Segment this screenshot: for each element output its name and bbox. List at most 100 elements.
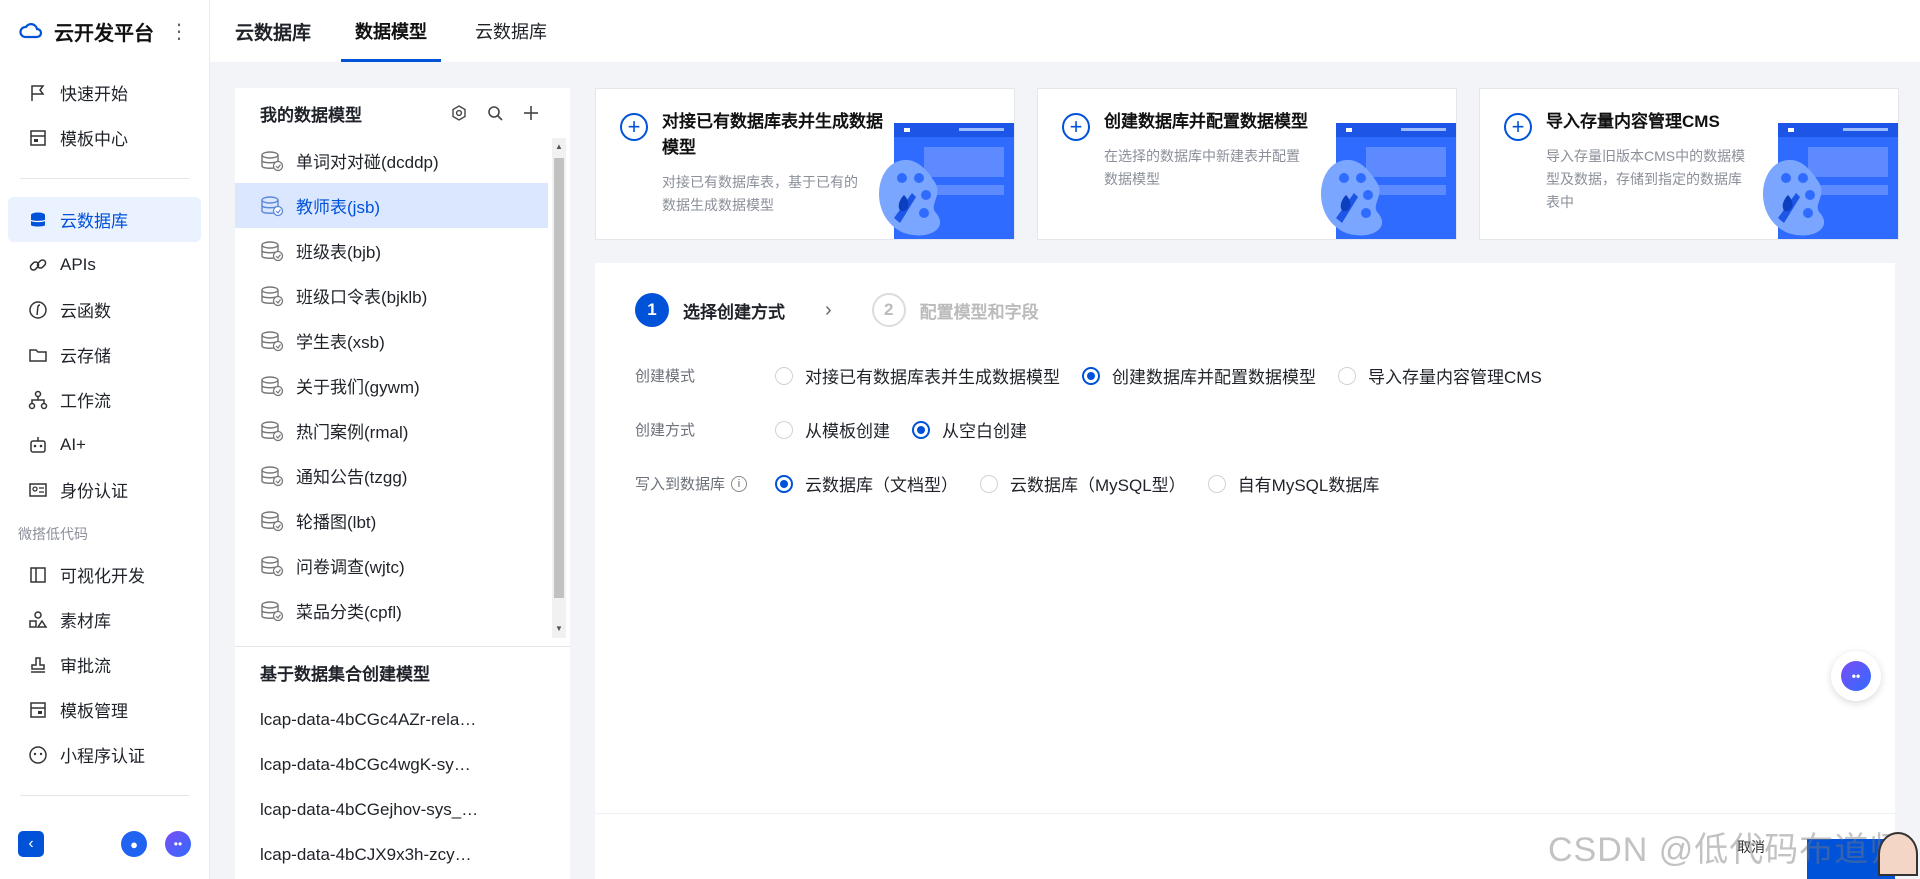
model-panel-header: 我的数据模型: [235, 88, 570, 138]
list-item[interactable]: lcap-data-4bCGejhov-sys_…: [235, 787, 570, 832]
model-name: 热门案例(rmal): [296, 423, 409, 442]
topbar: 云数据库 数据模型 云数据库: [210, 0, 1920, 62]
radio-label: 从模板创建: [805, 422, 890, 441]
radio-circle[interactable]: [1207, 474, 1226, 493]
brand: 云开发平台 ⋮: [0, 0, 209, 62]
list-item[interactable]: lcap-data-4bCGc4wgK-sy…: [235, 742, 570, 787]
radio-circle[interactable]: [775, 366, 793, 385]
sidebar-item-items_main-1[interactable]: APIs: [8, 242, 201, 287]
list-item[interactable]: 轮播图(lbt): [235, 498, 548, 543]
info-icon[interactable]: i: [731, 475, 748, 492]
sidebar-item-items_lowcode-3[interactable]: 模板管理: [8, 687, 201, 732]
database-model-icon: [260, 465, 284, 487]
collection-section-title: 基于数据集合创建模型: [260, 664, 430, 684]
list-item[interactable]: 通知公告(tzgg): [235, 453, 548, 498]
database-model-icon: [260, 600, 284, 622]
settings-icon[interactable]: [450, 104, 468, 122]
card-connect-existing[interactable]: + 对接已有数据库表并生成数据模型 对接已有数据库表，基于已有的数据生成数据模型: [595, 88, 1015, 240]
tab-data-model[interactable]: 数据模型: [341, 0, 442, 62]
model-name: 菜品分类(cpfl): [296, 603, 402, 622]
radio-option[interactable]: 创建数据库并配置数据模型: [1082, 363, 1316, 388]
list-item[interactable]: 班级口令表(bjklb): [235, 273, 548, 318]
radio-circle[interactable]: [1082, 366, 1100, 385]
list-item[interactable]: 学生表(xsb): [235, 318, 548, 363]
radio-option[interactable]: 导入存量内容管理CMS: [1338, 363, 1542, 388]
sidebar-item-items_main-5[interactable]: AI+: [8, 422, 201, 467]
sidebar-item-items_lowcode-1[interactable]: 素材库: [8, 597, 201, 642]
database-model-icon: [260, 195, 284, 217]
cloud-logo-icon: [19, 23, 43, 39]
radio-option[interactable]: 对接已有数据库表并生成数据模型: [775, 363, 1060, 388]
floating-assistant-button[interactable]: ••: [1831, 651, 1881, 701]
assistant-bot-icon[interactable]: ••: [165, 831, 191, 857]
database-model-icon: [260, 510, 284, 532]
id-card-icon: [28, 480, 48, 500]
card-create-database[interactable]: + 创建数据库并配置数据模型 在选择的数据库中新建表并配置数据模型: [1037, 88, 1457, 240]
sidebar-item-label: AI+: [60, 434, 86, 454]
sidebar-item-items_lowcode-0[interactable]: 可视化开发: [8, 552, 201, 597]
add-icon[interactable]: [522, 104, 540, 122]
search-icon[interactable]: [486, 104, 504, 122]
user-avatar-icon[interactable]: ●: [121, 831, 147, 857]
sidebar-item-items_main-3[interactable]: 云存储: [8, 332, 201, 377]
card-import-cms[interactable]: + 导入存量内容管理CMS 导入存量旧版本CMS中的数据模型及数据，存储到指定的…: [1479, 88, 1899, 240]
sidebar-item-items_top-0[interactable]: 快速开始: [8, 70, 201, 115]
sidebar-item-items_main-2[interactable]: 云函数: [8, 287, 201, 332]
list-item[interactable]: 教师表(jsb): [235, 183, 548, 228]
shapes-icon: [28, 610, 48, 630]
model-name: 班级口令表(bjklb): [296, 288, 428, 307]
radio-option[interactable]: 云数据库（文档型）: [775, 471, 958, 496]
model-list-scrollbar[interactable]: ▲ ▼: [552, 138, 566, 638]
sidebar-item-items_main-6[interactable]: 身份认证: [8, 467, 201, 512]
radio-option[interactable]: 云数据库（MySQL型）: [980, 471, 1186, 496]
list-item[interactable]: lcap-data-4bCJX9x3h-zcy…: [235, 832, 570, 877]
sidebar-item-label: 素材库: [60, 612, 111, 631]
sidebar: 云开发平台 ⋮ 快速开始 模板中心 云数据库 APIs 云函数云存储工作流 AI+ 身份认…: [0, 0, 210, 879]
model-name: 班级表(bjb): [296, 243, 382, 262]
tab-cloud-database[interactable]: 云数据库: [461, 0, 561, 62]
list-item[interactable]: 班级表(bjb): [235, 228, 548, 273]
radio-circle[interactable]: [775, 420, 793, 439]
database-model-icon: [260, 420, 284, 442]
scroll-down-icon[interactable]: ▼: [552, 622, 566, 636]
sidebar-item-label: 审批流: [60, 657, 111, 676]
more-menu-icon[interactable]: ⋮: [169, 19, 189, 44]
radio-circle[interactable]: [912, 420, 930, 439]
radio-label: 云数据库（MySQL型）: [1010, 476, 1186, 495]
layout-icon: [28, 565, 48, 585]
card-desc: 导入存量旧版本CMS中的数据模型及数据，存储到指定的数据库表中: [1546, 148, 1746, 210]
radio-option[interactable]: 从空白创建: [912, 417, 1027, 442]
radio-label: 从空白创建: [942, 422, 1027, 441]
sidebar-item-items_lowcode-2[interactable]: 审批流: [8, 642, 201, 687]
list-item[interactable]: 热门案例(rmal): [235, 408, 548, 453]
nav-section-label: 微搭低代码: [18, 526, 88, 542]
radio-circle[interactable]: [980, 474, 998, 493]
card-desc: 对接已有数据库表，基于已有的数据生成数据模型: [662, 174, 858, 213]
radio-option[interactable]: 自有MySQL数据库: [1207, 471, 1379, 496]
sidebar-item-label: 云存储: [60, 347, 111, 366]
list-item[interactable]: lcap-data-4bCGc4AZr-rela…: [235, 697, 570, 742]
list-item[interactable]: 菜品分类(cpfl): [235, 588, 548, 633]
collapse-sidebar-icon[interactable]: ‹: [18, 831, 44, 857]
list-item[interactable]: 单词对对碰(dcddp): [235, 138, 548, 183]
list-item[interactable]: 问卷调查(wjtc): [235, 543, 548, 588]
step-2-number: 2: [871, 293, 906, 327]
radio-option[interactable]: 从模板创建: [775, 417, 890, 442]
step-1-label: 选择创建方式: [683, 302, 785, 322]
palette-illustration-icon: [879, 123, 1014, 239]
scroll-up-icon[interactable]: ▲: [552, 140, 566, 154]
sidebar-item-items_main-0[interactable]: 云数据库: [8, 197, 201, 242]
scrollbar-thumb[interactable]: [554, 158, 564, 598]
sidebar-item-items_main-4[interactable]: 工作流: [8, 377, 201, 422]
radio-circle[interactable]: [1338, 366, 1356, 385]
form-row-mode: 创建模式 对接已有数据库表并生成数据模型 创建数据库并配置数据模型 导入存量内容管理…: [635, 363, 1564, 388]
sidebar-item-label: 小程序认证: [60, 747, 145, 766]
sidebar-item-items_lowcode-4[interactable]: 小程序认证: [8, 732, 201, 777]
assistant-bot-icon: ••: [1841, 661, 1871, 691]
list-item[interactable]: 关于我们(gywm): [235, 363, 548, 408]
plus-circle-icon: +: [1504, 113, 1532, 141]
sidebar-item-items_top-1[interactable]: 模板中心: [8, 115, 201, 160]
sidebar-item-label: 云数据库: [60, 212, 128, 231]
link-icon: [28, 255, 48, 275]
radio-circle[interactable]: [775, 474, 793, 493]
